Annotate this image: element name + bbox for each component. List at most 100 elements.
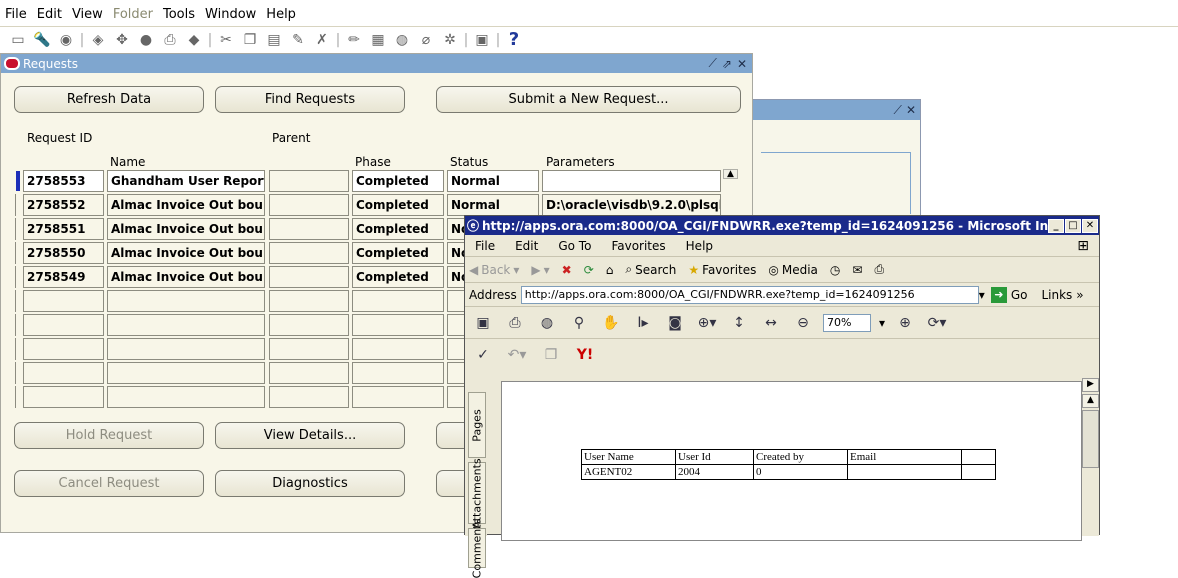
binoculars-icon[interactable]: ⚲ (567, 311, 591, 335)
parent-cell[interactable] (269, 338, 349, 360)
zoom-icon[interactable]: ▦ (366, 29, 390, 51)
zoom-input[interactable]: 70% (823, 313, 871, 332)
media-button[interactable]: ◎ Media (768, 263, 818, 277)
minimize-icon[interactable]: _ (1048, 218, 1064, 233)
request-name-cell[interactable]: Almac Invoice Out bound (107, 218, 265, 240)
fit-width-icon[interactable]: ↔ (759, 311, 783, 335)
favorites-button[interactable]: ★ Favorites (688, 263, 756, 277)
minimize-icon[interactable]: ⟋ (894, 103, 902, 118)
menu-edit[interactable]: Edit (32, 4, 67, 24)
phase-cell[interactable] (352, 386, 444, 408)
request-id-cell[interactable] (23, 362, 104, 384)
row-selector[interactable] (15, 290, 19, 312)
hold-request-button[interactable]: Hold Request (14, 422, 204, 449)
menu-file[interactable]: File (0, 4, 32, 24)
go-button[interactable]: ➜ Go (990, 286, 1027, 303)
print-icon[interactable]: ⎙ (503, 311, 527, 335)
request-id-cell[interactable] (23, 386, 104, 408)
phase-cell[interactable] (352, 290, 444, 312)
menu-help[interactable]: Help (261, 4, 301, 24)
status-cell[interactable]: Normal (447, 194, 539, 216)
maximize-icon[interactable]: □ (1065, 218, 1081, 233)
request-id-cell[interactable]: 2758550 (23, 242, 104, 264)
parent-cell[interactable] (269, 386, 349, 408)
spellcheck-icon[interactable]: ✓ (471, 343, 495, 367)
pdf-scrollbar[interactable]: ▶ ▲ (1082, 378, 1099, 536)
help-icon[interactable]: ? (502, 29, 526, 51)
save-icon[interactable]: ◈ (86, 29, 110, 51)
scroll-right-icon[interactable]: ▶ (1082, 378, 1099, 392)
request-name-cell[interactable] (107, 290, 265, 312)
parameters-cell[interactable] (542, 170, 721, 192)
parent-cell[interactable] (269, 218, 349, 240)
close-icon[interactable]: ✕ (906, 103, 916, 117)
translations-icon[interactable]: ◍ (390, 29, 414, 51)
ie-menu-goto[interactable]: Go To (548, 239, 601, 253)
request-name-cell[interactable]: Almac Invoice Out bound (107, 242, 265, 264)
history-button[interactable]: ◷ (830, 263, 840, 277)
close-form-icon[interactable]: ◆ (182, 29, 206, 51)
attachments-tab[interactable]: Attachments (468, 458, 486, 528)
copy-icon[interactable]: ❐ (539, 343, 563, 367)
fit-page-icon[interactable]: ↕ (727, 311, 751, 335)
close-icon[interactable]: ✕ (1082, 218, 1098, 233)
request-id-cell[interactable] (23, 338, 104, 360)
scroll-thumb[interactable] (1082, 410, 1099, 468)
snapshot-icon[interactable]: ◙ (663, 311, 687, 335)
rotate-icon[interactable]: ⟳▾ (925, 311, 949, 335)
row-selector[interactable] (15, 242, 19, 264)
ie-menu-file[interactable]: File (465, 239, 505, 253)
search-button[interactable]: ⌕ Search (625, 262, 676, 277)
phase-cell[interactable]: Completed (352, 194, 444, 216)
find-icon[interactable]: 🔦 (30, 29, 54, 51)
links-button[interactable]: Links (1041, 288, 1072, 302)
row-selector[interactable] (15, 218, 19, 240)
phase-cell[interactable] (352, 362, 444, 384)
address-dropdown-icon[interactable]: ▾ (979, 288, 985, 302)
request-id-cell[interactable]: 2758551 (23, 218, 104, 240)
find-requests-button[interactable]: Find Requests (215, 86, 405, 113)
scroll-up-icon[interactable]: ▲ (1082, 394, 1099, 408)
ie-menu-edit[interactable]: Edit (505, 239, 548, 253)
home-button[interactable]: ⌂ (606, 263, 614, 277)
mail-button[interactable]: ✉ (852, 263, 862, 277)
close-icon[interactable]: ✕ (737, 57, 747, 71)
chevron-right-icon[interactable]: » (1076, 288, 1083, 302)
print-icon[interactable]: ⎙ (158, 29, 182, 51)
row-selector[interactable] (15, 266, 19, 288)
phase-cell[interactable]: Completed (352, 242, 444, 264)
parent-cell[interactable] (269, 194, 349, 216)
request-id-cell[interactable] (23, 290, 104, 312)
request-name-cell[interactable] (107, 386, 265, 408)
comments-tab[interactable]: Comments (468, 518, 486, 578)
submit-new-request-button[interactable]: Submit a New Request... (436, 86, 741, 113)
request-name-cell[interactable] (107, 314, 265, 336)
menu-folder[interactable]: Folder (108, 4, 158, 24)
refresh-data-button[interactable]: Refresh Data (14, 86, 204, 113)
pages-tab[interactable]: Pages (468, 392, 486, 458)
request-name-cell[interactable] (107, 362, 265, 384)
request-id-cell[interactable]: 2758552 (23, 194, 104, 216)
row-selector[interactable] (15, 386, 19, 408)
copy-icon[interactable]: ❐ (238, 29, 262, 51)
request-name-cell[interactable]: Ghandham User Report (107, 170, 265, 192)
request-name-cell[interactable] (107, 338, 265, 360)
request-id-cell[interactable]: 2758549 (23, 266, 104, 288)
scroll-up-icon[interactable]: ▲ (723, 169, 738, 179)
parent-cell[interactable] (269, 170, 349, 192)
paste-icon[interactable]: ▤ (262, 29, 286, 51)
save-icon[interactable]: ▣ (471, 311, 495, 335)
window-help-icon[interactable]: ▣ (470, 29, 494, 51)
parent-cell[interactable] (269, 290, 349, 312)
zoom-out-icon[interactable]: ⊖ (791, 311, 815, 335)
parent-cell[interactable] (269, 266, 349, 288)
request-id-cell[interactable] (23, 314, 104, 336)
parent-cell[interactable] (269, 362, 349, 384)
maximize-icon[interactable]: ⇗ (722, 57, 732, 71)
minimize-icon[interactable]: ⟋ (708, 56, 716, 71)
status-cell[interactable]: Normal (447, 170, 539, 192)
zoom-in-icon[interactable]: ⊕ (893, 311, 917, 335)
menu-window[interactable]: Window (200, 4, 261, 24)
request-name-cell[interactable]: Almac Invoice Out bound (107, 266, 265, 288)
zoom-dropdown-icon[interactable]: ▾ (879, 316, 885, 330)
